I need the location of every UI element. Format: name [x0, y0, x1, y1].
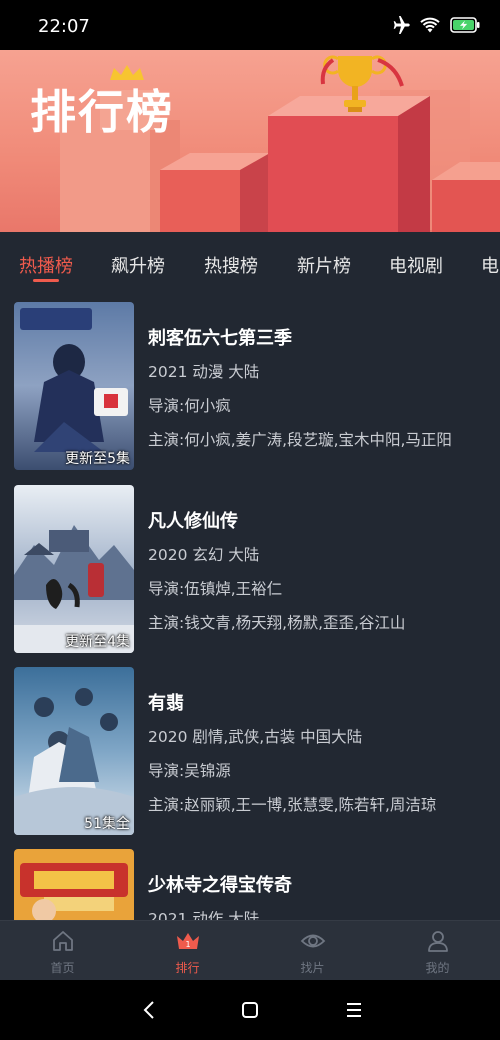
ranking-banner: 排行榜: [0, 50, 500, 232]
item-cast: 主演:何小疯,姜广涛,段艺璇,宝木中阳,马正阳: [148, 431, 452, 449]
list-item[interactable]: 少林寺之得宝传奇 2021 动作 大陆: [0, 849, 500, 920]
item-director: 导演:何小疯: [148, 397, 231, 415]
nav-item-ranking[interactable]: 1 排行: [125, 921, 250, 981]
ranking-content: 热播榜 飙升榜 热搜榜 新片榜 电视剧 电 更新至5集 刺客伍六七第三季 202…: [0, 232, 500, 920]
status-time: 22:07: [38, 16, 90, 37]
item-director: 导演:吴锦源: [148, 762, 231, 780]
nav-item-profile[interactable]: 我的: [375, 921, 500, 981]
eye-icon: [300, 934, 325, 948]
item-info: 2021 动漫 大陆: [148, 363, 260, 381]
recents-menu-icon[interactable]: [344, 1000, 364, 1020]
bottom-nav: 首页 1 排行 找片 我的: [0, 920, 500, 980]
status-bar: 22:07: [0, 0, 500, 50]
item-info: 2020 玄幻 大陆: [148, 546, 260, 564]
item-director: 导演:伍镇焯,王裕仁: [148, 580, 283, 598]
tab-new-release[interactable]: 新片榜: [297, 252, 351, 278]
list-item[interactable]: 更新至5集 刺客伍六七第三季 2021 动漫 大陆 导演:何小疯 主演:何小疯,…: [0, 302, 500, 470]
item-title[interactable]: 刺客伍六七第三季: [148, 324, 292, 350]
item-title[interactable]: 有翡: [148, 689, 184, 715]
nav-label: 排行: [175, 961, 200, 975]
home-button-icon[interactable]: [240, 1000, 260, 1020]
airplane-mode-icon: [393, 16, 410, 34]
system-nav-bar: [0, 980, 500, 1040]
nav-label: 找片: [300, 961, 325, 975]
status-icons: [390, 15, 480, 35]
home-icon: [52, 931, 73, 951]
episode-badge: 更新至4集: [65, 634, 130, 650]
list-item[interactable]: 更新至4集 凡人修仙传 2020 玄幻 大陆 导演:伍镇焯,王裕仁 主演:钱文青…: [0, 485, 500, 653]
ranking-tabs: 热播榜 飙升榜 热搜榜 新片榜 电视剧 电: [0, 232, 500, 290]
back-icon[interactable]: [140, 1000, 158, 1020]
poster-image[interactable]: 更新至4集: [14, 485, 134, 653]
poster-image[interactable]: [14, 849, 134, 920]
crown-icon: 1: [176, 933, 199, 949]
item-info: 2020 剧情,武侠,古装 中国大陆: [148, 728, 363, 746]
tab-hot-play[interactable]: 热播榜: [19, 252, 73, 278]
nav-label: 首页: [50, 961, 75, 975]
item-info: 2021 动作 大陆: [148, 910, 260, 920]
banner-title: 排行榜: [30, 85, 174, 139]
svg-text:1: 1: [185, 940, 190, 949]
poster-image[interactable]: 更新至5集: [14, 302, 134, 470]
nav-item-home[interactable]: 首页: [0, 921, 125, 981]
nav-item-discover[interactable]: 找片: [250, 921, 375, 981]
episode-badge: 更新至5集: [65, 451, 130, 467]
wifi-icon: [420, 17, 440, 33]
episode-badge: 51集全: [84, 816, 130, 832]
poster-image[interactable]: 51集全: [14, 667, 134, 835]
tab-hot-search[interactable]: 热搜榜: [204, 252, 258, 278]
list-item[interactable]: 51集全 有翡 2020 剧情,武侠,古装 中国大陆 导演:吴锦源 主演:赵丽颖…: [0, 667, 500, 835]
item-title[interactable]: 凡人修仙传: [148, 507, 238, 533]
item-cast: 主演:钱文青,杨天翔,杨默,歪歪,谷江山: [148, 614, 406, 632]
nav-label: 我的: [425, 961, 450, 975]
tab-rising[interactable]: 飙升榜: [111, 252, 165, 278]
tab-more[interactable]: 电: [481, 252, 499, 278]
item-cast: 主演:赵丽颖,王一博,张慧雯,陈若轩,周洁琼: [148, 796, 437, 814]
item-title[interactable]: 少林寺之得宝传奇: [148, 871, 292, 897]
user-icon: [427, 931, 448, 952]
active-tab-indicator: [33, 279, 59, 282]
battery-charging-icon: [450, 17, 480, 33]
tab-tv-series[interactable]: 电视剧: [389, 252, 443, 278]
